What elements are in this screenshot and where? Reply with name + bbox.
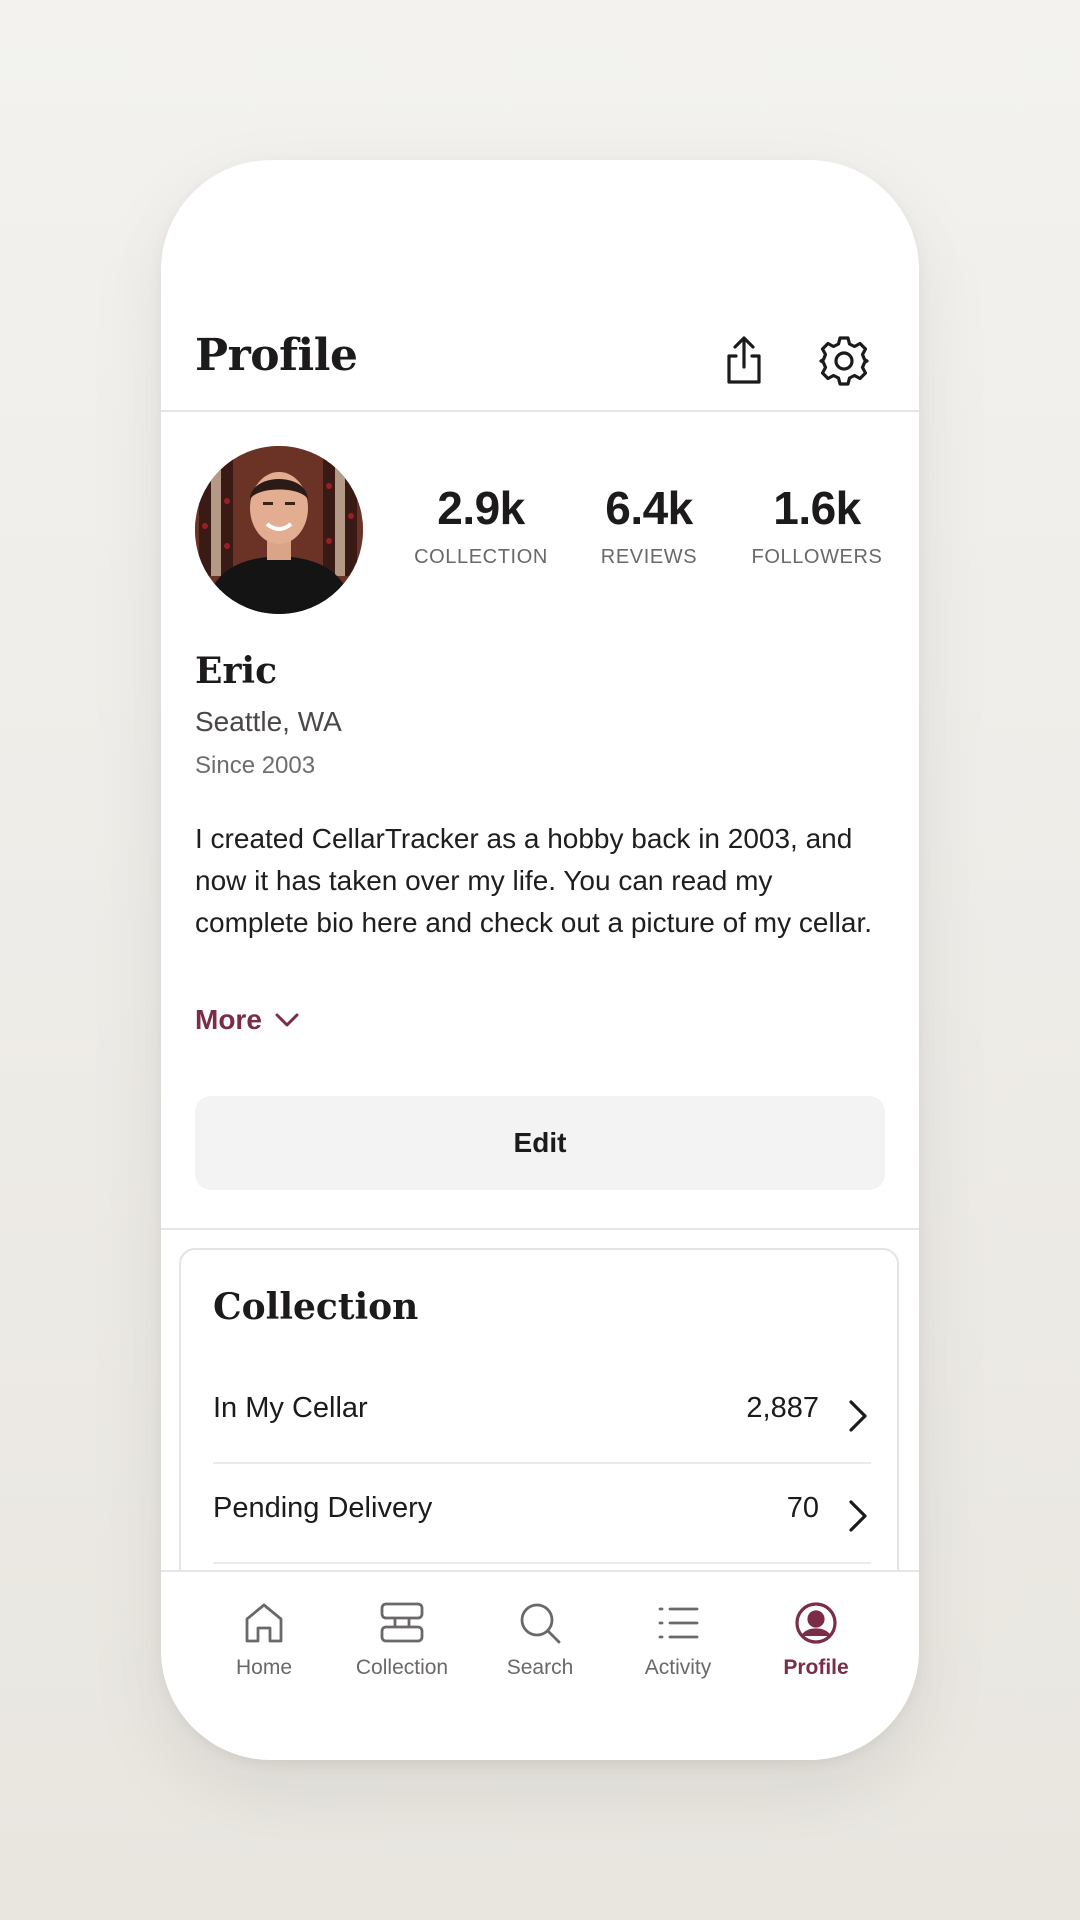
activity-icon	[658, 1607, 699, 1639]
row-separator	[213, 1562, 871, 1564]
header: Profile	[161, 310, 919, 412]
tab-label: Profile	[783, 1656, 849, 1679]
profile-icon	[795, 1602, 837, 1644]
list-item-in-my-cellar[interactable]: In My Cellar 2,887	[213, 1364, 871, 1464]
more-label: More	[195, 1004, 262, 1035]
gear-icon[interactable]	[817, 334, 871, 388]
profile-since: Since 2003	[195, 752, 316, 779]
stat-label: FOLLOWERS	[751, 546, 883, 568]
row-label: Pending Delivery	[213, 1492, 433, 1524]
search-icon	[520, 1603, 561, 1644]
tab-label: Search	[506, 1656, 574, 1679]
chevron-down-icon	[275, 1013, 299, 1027]
profile-bio: I created CellarTracker as a hobby back …	[195, 823, 873, 938]
more-toggle[interactable]: More	[195, 1004, 302, 1036]
share-icon[interactable]	[717, 334, 771, 388]
home-icon	[245, 1603, 283, 1643]
tab-collection[interactable]: Collection	[332, 1600, 472, 1680]
chevron-right-icon	[849, 1500, 867, 1532]
tab-activity[interactable]: Activity	[608, 1600, 748, 1680]
profile-name: Eric	[195, 650, 278, 692]
stat-followers[interactable]: 1.6k FOLLOWERS	[727, 482, 907, 569]
tab-label: Home	[235, 1656, 293, 1679]
chevron-right-icon	[849, 1400, 867, 1432]
stat-value: 2.9k	[437, 482, 525, 534]
tab-label: Collection	[355, 1656, 449, 1679]
stat-label: REVIEWS	[600, 546, 698, 568]
list-item-pending-delivery[interactable]: Pending Delivery 70	[213, 1464, 871, 1564]
tab-label: Activity	[644, 1656, 712, 1679]
section-divider	[161, 1228, 919, 1230]
row-count: 70	[786, 1492, 819, 1524]
stat-value: 6.4k	[605, 482, 693, 534]
row-count: 2,887	[746, 1392, 819, 1424]
stat-value: 1.6k	[773, 482, 861, 534]
row-label: In My Cellar	[213, 1392, 368, 1424]
stat-label: COLLECTION	[414, 546, 548, 568]
collection-title: Collection	[213, 1286, 419, 1328]
phone-frame: Profile 2.9k COLLECTION 6.4k REVIEWS 1.6…	[161, 160, 919, 1760]
tab-search[interactable]: Search	[470, 1600, 610, 1680]
profile-location: Seattle, WA	[195, 706, 342, 737]
tab-bar: Home Collection Search Activity Profile	[161, 1570, 919, 1760]
tab-profile[interactable]: Profile	[746, 1600, 886, 1680]
tab-home[interactable]: Home	[194, 1600, 334, 1680]
stat-reviews[interactable]: 6.4k REVIEWS	[559, 482, 739, 569]
stat-collection[interactable]: 2.9k COLLECTION	[391, 482, 571, 569]
collection-icon	[380, 1602, 424, 1643]
avatar[interactable]	[195, 446, 363, 614]
page-title: Profile	[195, 330, 358, 381]
edit-button[interactable]: Edit	[195, 1096, 885, 1190]
